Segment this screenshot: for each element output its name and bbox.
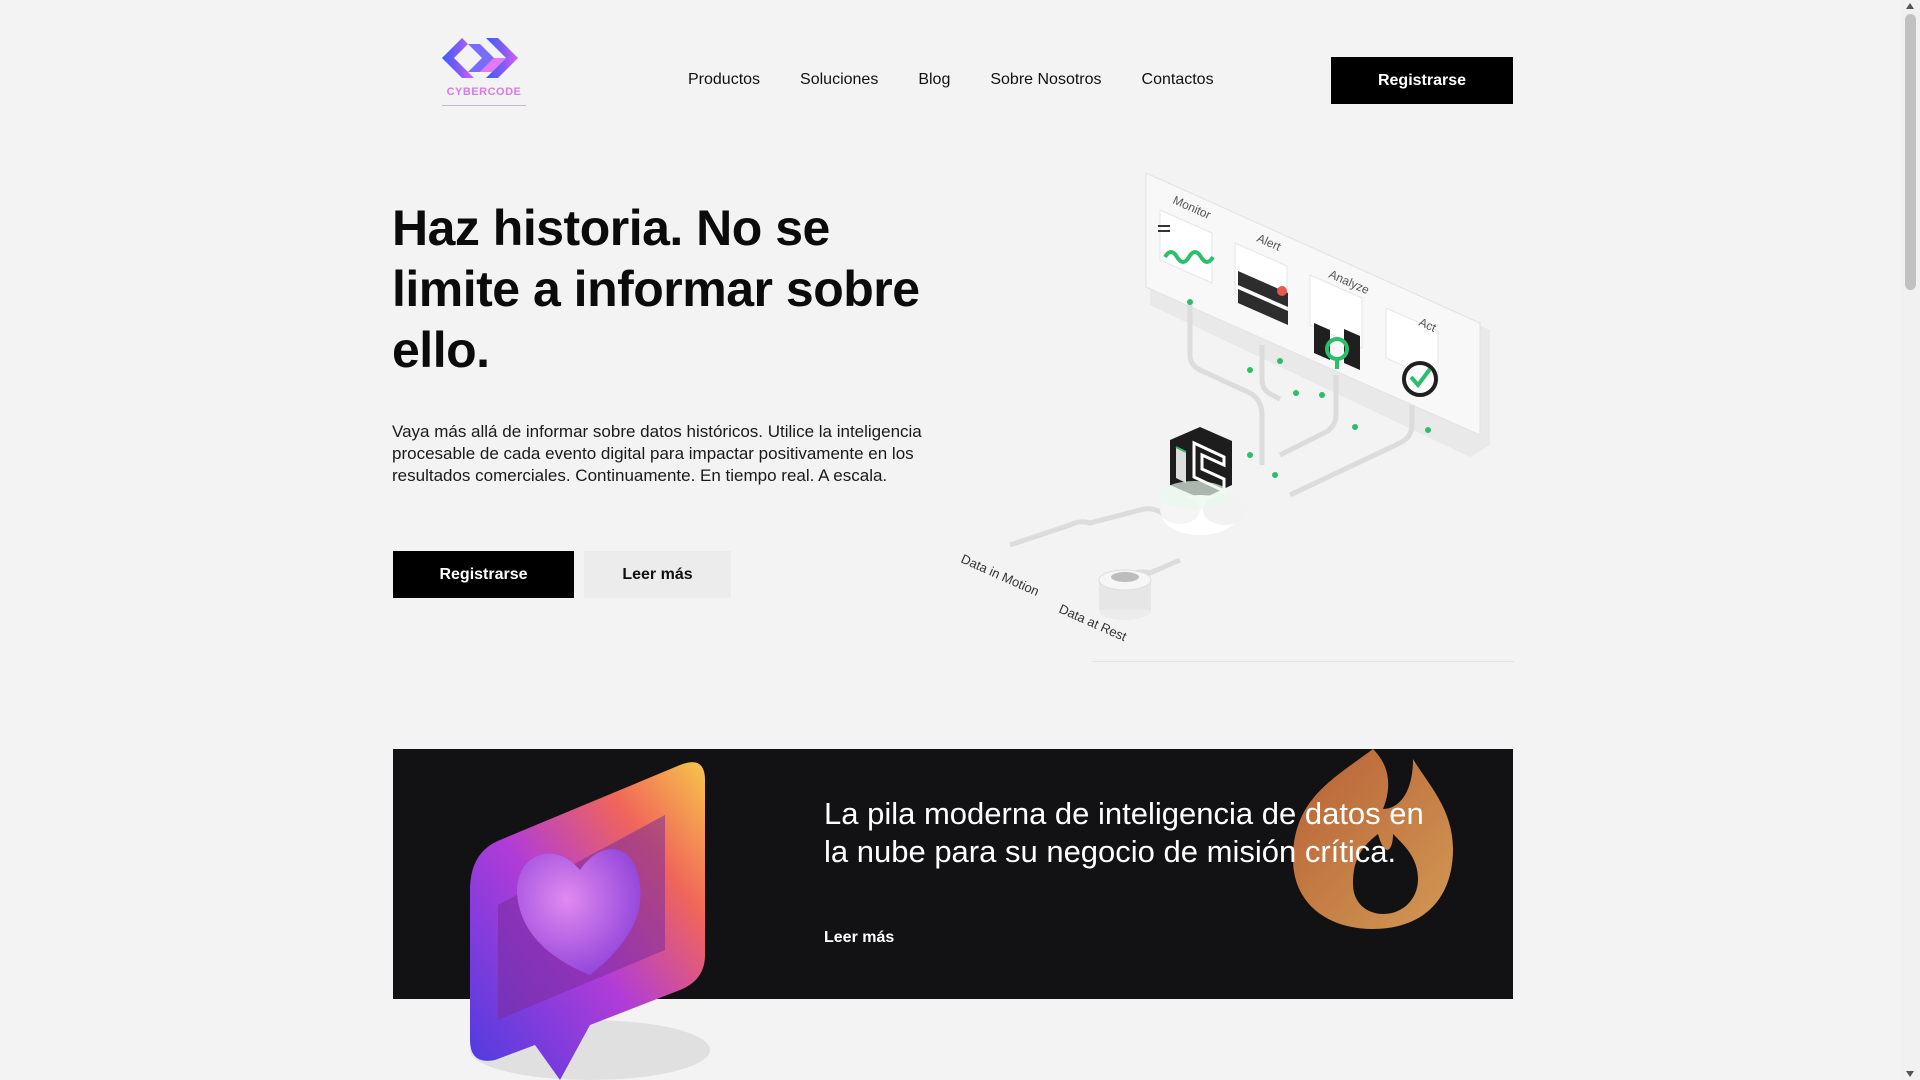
nav-item-blog[interactable]: Blog [918,66,950,94]
nav-item-contactos[interactable]: Contactos [1142,66,1214,94]
cloud-icon [1160,481,1247,535]
banner-read-more-link[interactable]: Leer más [824,929,894,947]
page: CYBERCODE Productos Soluciones Blog Sobr… [0,0,1901,1080]
vertical-scrollbar[interactable] [1901,0,1920,1080]
data-pipeline-illustration: Monitor Alert Analyze Act Data in Motion… [959,172,1490,644]
main-nav: Productos Soluciones Blog Sobre Nosotros… [688,66,1254,94]
brand-name: CYBERCODE [446,86,522,98]
cybercode-logo-icon [442,38,518,78]
banner-title: La pila moderna de inteligencia de datos… [824,796,1424,869]
hero-read-more-button[interactable]: Leer más [584,551,731,598]
hero-register-button[interactable]: Registrarse [393,551,574,598]
data-in-motion-label: Data in Motion [959,551,1042,599]
header-register-button[interactable]: Registrarse [1331,57,1513,104]
hero-title: Haz historia. No se limite a informar so… [392,200,920,378]
heart-chat-bubble-icon [470,762,710,1080]
logo-divider [442,105,526,106]
scrollbar-thumb[interactable] [1905,14,1916,290]
nav-item-sobre-nosotros[interactable]: Sobre Nosotros [990,66,1101,94]
hero-description: Vaya más allá de informar sobre datos hi… [392,422,922,485]
scroll-down-arrow-icon[interactable] [1906,1071,1914,1077]
check-icon [1402,361,1438,397]
nav-item-productos[interactable]: Productos [688,66,760,94]
brand-logo[interactable]: CYBERCODE [430,30,540,122]
nav-item-soluciones[interactable]: Soluciones [800,66,878,94]
database-icon [1098,569,1152,620]
scroll-up-arrow-icon[interactable] [1906,3,1914,9]
hero-divider [1092,661,1514,662]
